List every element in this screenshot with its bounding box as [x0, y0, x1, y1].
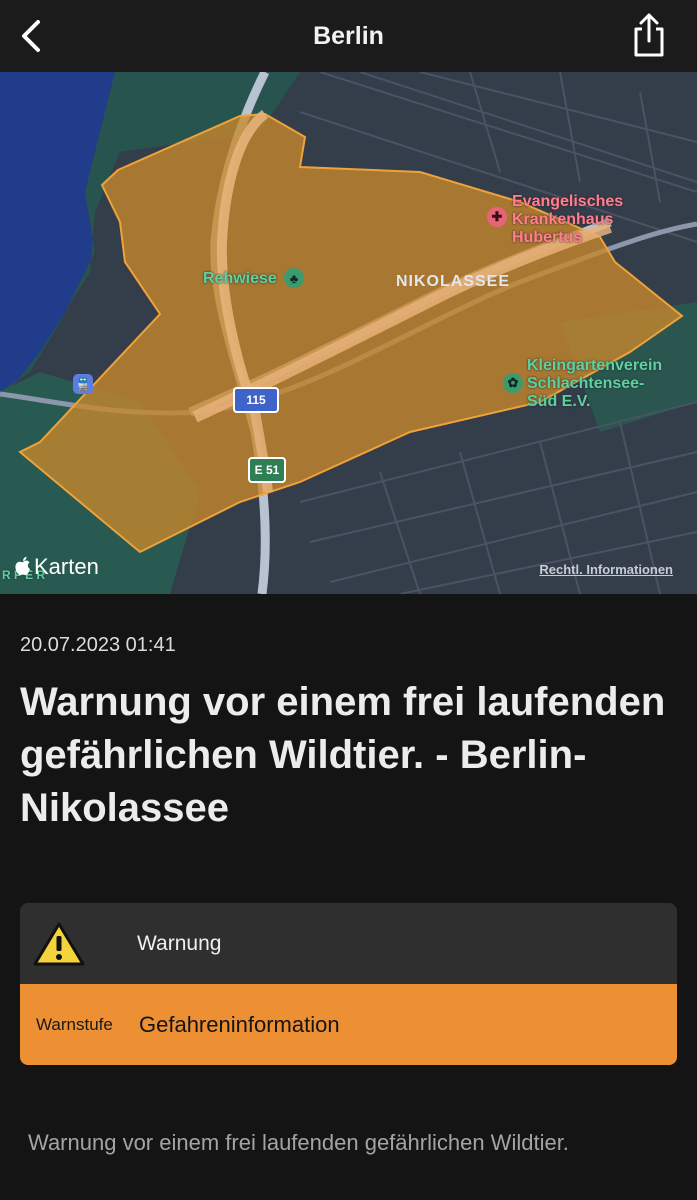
road-shield-e51: E 51	[248, 457, 286, 483]
legal-info-link[interactable]: Rechtl. Informationen	[539, 562, 673, 577]
poi-label-garden[interactable]: Kleingartenverein Schlachtensee- Süd E.V…	[527, 357, 662, 411]
share-button[interactable]	[629, 12, 669, 58]
warning-triangle-icon	[33, 922, 85, 966]
poi-label-hospital[interactable]: Evangelisches Krankenhaus Hubertus	[512, 193, 623, 247]
poi-label-hospital-line2: Krankenhaus	[512, 211, 614, 228]
poi-label-garden-line1: Kleingartenverein	[527, 357, 663, 374]
poi-label-hospital-line1: Evangelisches	[512, 193, 624, 210]
hospital-icon: ✚	[487, 207, 507, 227]
garden-icon: ✿	[503, 373, 523, 393]
warning-area-map[interactable]: ♣ Rehwiese NIKOLASSEE ✚ Evangelisches Kr…	[0, 72, 697, 594]
alert-description: Warnung vor einem frei laufenden gefährl…	[28, 1130, 569, 1155]
warning-level-value: Gefahreninformation	[139, 1012, 340, 1037]
navigation-bar: Berlin	[0, 0, 697, 72]
alert-type-label: Warnung	[137, 932, 222, 955]
poi-label-rehwiese[interactable]: Rehwiese	[203, 270, 277, 288]
map-canvas	[0, 72, 697, 594]
share-icon	[634, 13, 664, 57]
train-station-icon[interactable]: 🚆	[73, 374, 93, 394]
poi-label-hospital-line3: Hubertus	[512, 229, 583, 246]
maps-attribution: Karten	[14, 554, 99, 580]
apple-icon	[15, 556, 30, 576]
poi-label-garden-line3: Süd E.V.	[527, 393, 591, 410]
warning-level-row: Warnstufe Gefahreninformation	[20, 984, 677, 1065]
park-icon: ♣	[284, 268, 304, 288]
poi-label-garden-line2: Schlachtensee-	[527, 375, 645, 392]
alert-headline: Warnung vor einem frei laufenden gefährl…	[20, 680, 666, 830]
maps-brand-label: Karten	[34, 554, 99, 579]
alert-level-card: Warnung Warnstufe Gefahreninformation	[20, 903, 677, 1065]
alert-type-row: Warnung	[20, 903, 677, 984]
district-label: NIKOLASSEE	[396, 273, 511, 290]
page-title: Berlin	[313, 22, 384, 50]
road-shield-115: 115	[233, 387, 279, 413]
warning-level-label: Warnstufe	[36, 1015, 113, 1034]
alert-timestamp: 20.07.2023 01:41	[20, 634, 176, 656]
